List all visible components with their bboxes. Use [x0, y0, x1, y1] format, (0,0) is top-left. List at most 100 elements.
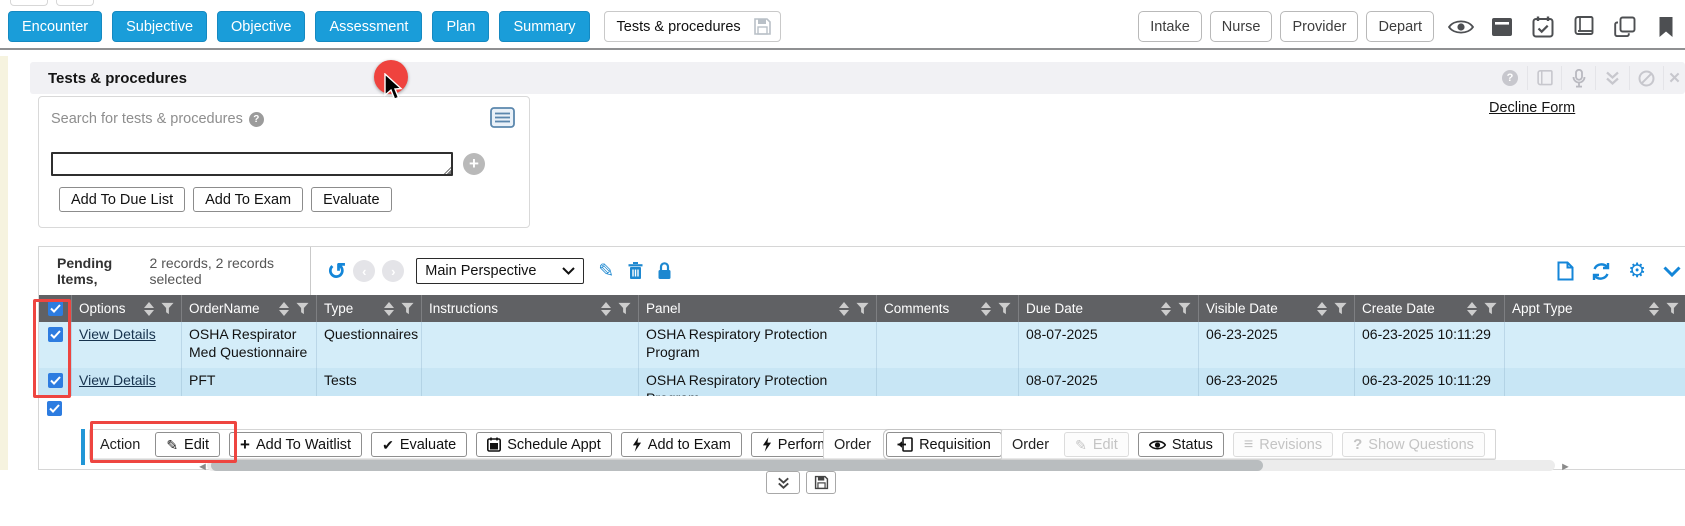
table-row[interactable]: View Details PFT Tests OSHA Respiratory …	[39, 368, 1685, 396]
button-label: Evaluate	[323, 192, 379, 208]
nav-button-subjective[interactable]: Subjective	[112, 11, 207, 42]
resize-handle[interactable]	[443, 166, 451, 174]
filter-icon[interactable]	[296, 302, 309, 315]
column-header-comments[interactable]: Comments	[876, 295, 1018, 322]
view-details-link[interactable]: View Details	[79, 326, 156, 342]
column-header-create-date[interactable]: Create Date	[1354, 295, 1504, 322]
gear-icon[interactable]: ⚙	[1628, 261, 1646, 281]
collapse-icon[interactable]	[1595, 66, 1629, 90]
sort-icon[interactable]	[1649, 302, 1659, 316]
column-header-type[interactable]: Type	[316, 295, 421, 322]
column-header-options[interactable]: Options	[71, 295, 181, 322]
book-icon[interactable]	[1527, 66, 1561, 90]
filter-icon[interactable]	[1666, 302, 1679, 315]
undo-icon[interactable]: ↺	[327, 260, 346, 283]
nav-button-plan[interactable]: Plan	[432, 11, 489, 42]
filter-icon[interactable]	[1334, 302, 1347, 315]
sort-icon[interactable]	[1467, 302, 1477, 316]
sort-icon[interactable]	[601, 302, 611, 316]
filter-icon[interactable]	[1484, 302, 1497, 315]
close-icon[interactable]: ✕	[1663, 66, 1685, 90]
edit-perspective-icon[interactable]: ✎	[598, 260, 614, 283]
help-icon[interactable]: ?	[1493, 66, 1527, 90]
filter-icon[interactable]	[161, 302, 174, 315]
book-icon[interactable]	[1571, 14, 1597, 40]
cell-create-date: 06-23-2025 10:11:29	[1354, 322, 1504, 368]
cell-create-date: 06-23-2025 10:11:29	[1354, 368, 1504, 396]
add-to-exam-button[interactable]: Add to Exam	[621, 432, 742, 457]
mic-icon[interactable]	[1561, 66, 1595, 90]
refresh-icon[interactable]	[1591, 262, 1611, 281]
add-to-due-list-button[interactable]: Add To Due List	[59, 187, 185, 212]
lock-icon[interactable]	[657, 262, 672, 280]
add-icon[interactable]: +	[463, 153, 485, 175]
nav-button-assessment[interactable]: Assessment	[315, 11, 422, 42]
evaluate-button[interactable]: ✔Evaluate	[371, 432, 467, 457]
delete-perspective-icon[interactable]	[628, 262, 643, 280]
column-header-instructions[interactable]: Instructions	[421, 295, 638, 322]
add-to-waitlist-button[interactable]: +Add To Waitlist	[229, 432, 362, 457]
nav-button-encounter[interactable]: Encounter	[8, 11, 102, 42]
filter-icon[interactable]	[401, 302, 414, 315]
stage-label: Nurse	[1222, 19, 1261, 35]
scroll-right-icon[interactable]: ►	[1560, 461, 1571, 473]
new-document-icon[interactable]	[1557, 261, 1574, 281]
schedule-appt-button[interactable]: Schedule Appt	[476, 432, 612, 457]
view-details-link[interactable]: View Details	[79, 372, 156, 388]
column-header-visible-date[interactable]: Visible Date	[1198, 295, 1354, 322]
filter-icon[interactable]	[998, 302, 1011, 315]
evaluate-button[interactable]: Evaluate	[311, 187, 391, 212]
button-label: Edit	[1093, 437, 1118, 453]
table-row[interactable]: View Details OSHA Respirator Med Questio…	[39, 322, 1685, 368]
column-header-due-date[interactable]: Due Date	[1018, 295, 1198, 322]
stage-button-provider[interactable]: Provider	[1280, 11, 1358, 42]
sort-icon[interactable]	[1317, 302, 1327, 316]
scrollbar-thumb[interactable]	[211, 460, 1263, 471]
next-perspective-icon[interactable]: ›	[382, 260, 404, 282]
cell-visible-date: 06-23-2025	[1198, 322, 1354, 368]
cell-due-date: 08-07-2025	[1018, 322, 1198, 368]
decline-form-link[interactable]: Decline Form	[1489, 100, 1575, 116]
copy-icon[interactable]	[1612, 14, 1638, 40]
stage-button-nurse[interactable]: Nurse	[1210, 11, 1273, 42]
calendar-check-icon[interactable]	[1530, 14, 1556, 40]
perspective-select[interactable]: Main Perspective	[416, 258, 584, 284]
save-button[interactable]	[806, 471, 836, 494]
expand-more-button[interactable]	[766, 471, 800, 494]
column-header-panel[interactable]: Panel	[638, 295, 876, 322]
bookmark-icon[interactable]	[1653, 14, 1679, 40]
nav-button-objective[interactable]: Objective	[217, 11, 305, 42]
filter-icon[interactable]	[618, 302, 631, 315]
filter-icon[interactable]	[1178, 302, 1191, 315]
list-view-icon[interactable]	[490, 107, 515, 133]
chevron-down-icon[interactable]	[1663, 266, 1681, 277]
sort-icon[interactable]	[1161, 302, 1171, 316]
sort-icon[interactable]	[144, 302, 154, 316]
column-header-ordername[interactable]: OrderName	[181, 295, 316, 322]
prohibit-icon[interactable]	[1629, 66, 1663, 90]
cell-instructions	[421, 368, 638, 396]
help-icon[interactable]: ?	[249, 112, 264, 127]
cut-button-stub	[10, 0, 48, 6]
requisition-button[interactable]: Requisition	[886, 432, 1002, 457]
nav-button-summary[interactable]: Summary	[499, 11, 589, 42]
stage-button-intake[interactable]: Intake	[1138, 11, 1202, 42]
eye-icon[interactable]	[1448, 14, 1474, 40]
status-button[interactable]: Status	[1138, 432, 1224, 457]
horizontal-scrollbar[interactable]	[207, 460, 1555, 471]
button-label: Revisions	[1259, 437, 1322, 453]
add-to-exam-button[interactable]: Add To Exam	[193, 187, 303, 212]
sort-icon[interactable]	[279, 302, 289, 316]
tab-tests-procedures[interactable]: Tests & procedures	[604, 11, 781, 42]
footer-select-checkbox[interactable]	[47, 401, 62, 416]
sort-icon[interactable]	[981, 302, 991, 316]
save-icon[interactable]	[753, 17, 772, 36]
prev-perspective-icon[interactable]: ‹	[353, 260, 375, 282]
archive-icon[interactable]	[1489, 14, 1515, 40]
filter-icon[interactable]	[856, 302, 869, 315]
search-input[interactable]	[51, 152, 453, 176]
sort-icon[interactable]	[384, 302, 394, 316]
stage-button-depart[interactable]: Depart	[1366, 11, 1434, 42]
column-header-appt-type[interactable]: Appt Type	[1504, 295, 1685, 322]
sort-icon[interactable]	[839, 302, 849, 316]
